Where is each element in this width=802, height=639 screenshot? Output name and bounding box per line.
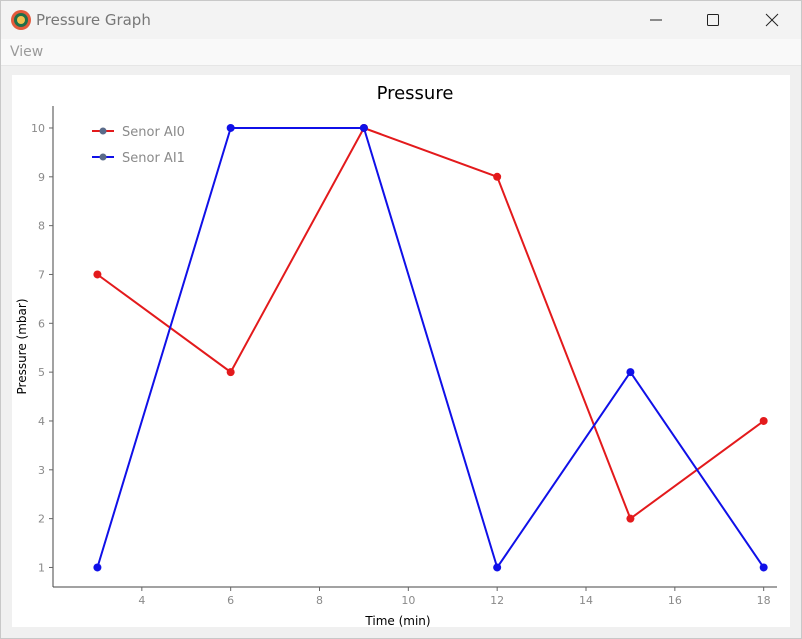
x-tick-label: 12 [490, 594, 504, 607]
menu-item-view[interactable]: View [10, 44, 43, 60]
y-tick-label: 10 [31, 122, 45, 135]
window-title: Pressure Graph [36, 11, 151, 29]
x-tick-label: 6 [227, 594, 234, 607]
x-tick-label: 4 [138, 594, 145, 607]
y-tick-label: 8 [38, 220, 45, 233]
data-point [626, 514, 635, 523]
y-tick-label: 4 [38, 415, 45, 428]
maximize-button[interactable] [684, 1, 742, 39]
legend-swatch-marker [99, 153, 107, 161]
series-line-1 [96, 126, 765, 521]
x-axis-label: Time (min) [364, 614, 430, 627]
y-tick-label: 2 [38, 513, 45, 526]
x-tick-label: 8 [316, 594, 323, 607]
data-point [226, 123, 235, 132]
x-tick-label: 10 [401, 594, 415, 607]
close-icon [765, 13, 779, 27]
data-point [626, 368, 635, 377]
pressure-chart: Pressure123456789104 6 8 10 12 14 16 18Time (mi… [15, 83, 777, 627]
data-point [93, 563, 102, 572]
y-axis-label: Pressure (mbar) [15, 298, 29, 394]
y-tick-label: 6 [38, 317, 45, 330]
data-point [493, 172, 502, 181]
data-point [359, 123, 368, 132]
y-tick-label: 9 [38, 171, 45, 184]
y-tick-label: 3 [38, 464, 45, 477]
menu-bar: View [1, 39, 801, 66]
minimize-icon [650, 19, 662, 21]
y-tick-label: 7 [38, 268, 45, 281]
data-point [759, 416, 768, 425]
data-point [93, 270, 102, 279]
minimize-button[interactable] [627, 1, 685, 39]
legend-label: Senor AI1 [122, 151, 185, 166]
close-button[interactable] [743, 1, 801, 39]
x-tick-label: 14 [579, 594, 593, 607]
x-tick-label: 16 [668, 594, 682, 607]
data-point [759, 563, 768, 572]
plot-panel: Pressure 1 2 3 4 5 6 7 8 9 10 4 6 8 10 12 14 16 18 Time (mi… [12, 75, 790, 627]
app-window: Pressure Graph View Pressure 1 2 3 4 5 6 7 8 9 10 4… [0, 0, 802, 639]
x-tick-label: 18 [757, 594, 771, 607]
y-tick-label: 1 [38, 561, 45, 574]
chart-title: Pressure [377, 83, 454, 104]
maximize-icon [707, 14, 719, 26]
data-point [493, 563, 502, 572]
legend-swatch-marker [99, 127, 107, 135]
app-icon [11, 10, 31, 30]
y-tick-label: 5 [38, 366, 45, 379]
title-bar: Pressure Graph [1, 1, 801, 39]
data-point [226, 368, 235, 377]
legend-label: Senor AI0 [122, 125, 185, 140]
